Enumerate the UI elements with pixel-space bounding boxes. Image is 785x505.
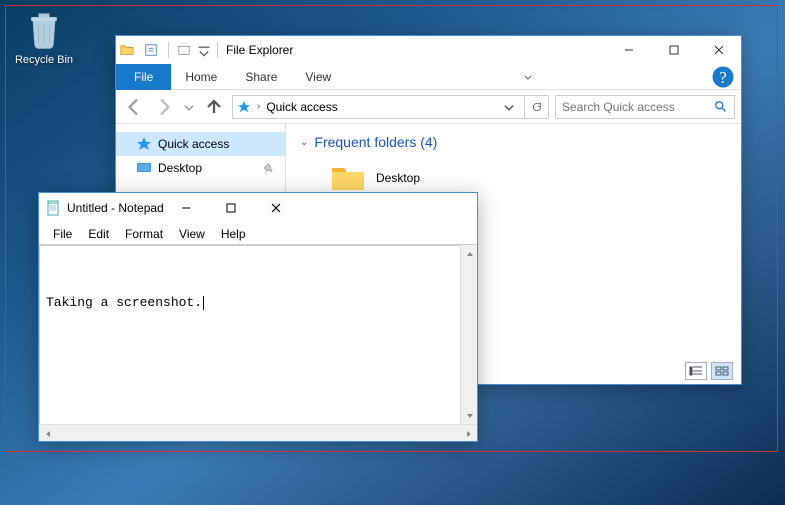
details-view-button[interactable] xyxy=(685,362,707,380)
address-bar-row: › Quick access xyxy=(116,90,741,124)
ribbon-tabs: File Home Share View ? xyxy=(116,64,741,90)
address-dropdown-icon[interactable] xyxy=(502,100,520,114)
notepad-titlebar[interactable]: Untitled - Notepad xyxy=(39,193,477,223)
close-button[interactable] xyxy=(696,36,741,64)
search-icon[interactable] xyxy=(714,100,728,114)
folder-icon xyxy=(116,39,138,61)
tab-share[interactable]: Share xyxy=(231,64,291,90)
ribbon-expand-icon[interactable] xyxy=(519,72,537,82)
scroll-left-button[interactable] xyxy=(39,425,56,442)
section-header[interactable]: ⌄ Frequent folders (4) xyxy=(300,134,727,150)
minimize-button[interactable] xyxy=(164,194,209,222)
qat-properties-icon[interactable] xyxy=(140,39,162,61)
quick-access-icon xyxy=(237,100,255,114)
view-toggle xyxy=(685,362,733,380)
tab-file[interactable]: File xyxy=(116,64,171,90)
window-title: File Explorer xyxy=(226,43,293,57)
nav-item-label: Quick access xyxy=(158,137,229,151)
scroll-right-button[interactable] xyxy=(460,425,477,442)
scroll-down-button[interactable] xyxy=(461,407,478,424)
folder-label: Desktop xyxy=(376,171,420,185)
menu-edit[interactable]: Edit xyxy=(80,227,117,241)
search-input[interactable] xyxy=(562,100,714,114)
close-button[interactable] xyxy=(254,194,299,222)
tiles-view-button[interactable] xyxy=(711,362,733,380)
help-button[interactable]: ? xyxy=(711,65,735,89)
address-bar[interactable]: › Quick access xyxy=(232,95,525,119)
qat-separator xyxy=(168,42,169,58)
editor-content: Taking a screenshot. xyxy=(46,295,202,310)
quick-access-icon xyxy=(136,136,152,152)
notepad-body: Taking a screenshot. xyxy=(39,245,477,441)
scroll-up-button[interactable] xyxy=(461,245,478,262)
recycle-bin-icon xyxy=(22,8,66,52)
maximize-button[interactable] xyxy=(209,194,254,222)
notepad-window: Untitled - Notepad File Edit Format View… xyxy=(38,192,478,442)
folder-icon xyxy=(330,160,366,196)
back-button[interactable] xyxy=(122,95,146,119)
explorer-titlebar[interactable]: File Explorer xyxy=(116,36,741,64)
breadcrumb-chevron-icon[interactable]: › xyxy=(255,101,262,112)
desktop-icon-label: Recycle Bin xyxy=(8,54,80,66)
search-box[interactable] xyxy=(555,95,735,119)
breadcrumb-location[interactable]: Quick access xyxy=(262,100,341,114)
maximize-button[interactable] xyxy=(651,36,696,64)
qat-new-folder-icon[interactable] xyxy=(173,39,195,61)
pin-icon[interactable] xyxy=(264,163,275,174)
minimize-button[interactable] xyxy=(606,36,651,64)
menu-format[interactable]: Format xyxy=(117,227,171,241)
tab-home[interactable]: Home xyxy=(171,64,231,90)
qat-dropdown-icon[interactable] xyxy=(197,39,211,61)
window-title: Untitled - Notepad xyxy=(67,201,164,215)
menu-view[interactable]: View xyxy=(171,227,213,241)
svg-text:?: ? xyxy=(719,68,726,87)
vertical-scrollbar[interactable] xyxy=(460,245,477,424)
menu-file[interactable]: File xyxy=(45,227,80,241)
text-cursor xyxy=(203,296,204,310)
notepad-icon xyxy=(45,200,61,216)
notepad-menu: File Edit Format View Help xyxy=(39,223,477,245)
nav-item-quick-access[interactable]: Quick access xyxy=(116,132,285,156)
tab-view[interactable]: View xyxy=(291,64,345,90)
desktop-icon xyxy=(136,160,152,176)
qat-separator xyxy=(217,42,218,58)
forward-button[interactable] xyxy=(152,95,176,119)
up-button[interactable] xyxy=(202,95,226,119)
recent-locations-button[interactable] xyxy=(182,95,196,119)
nav-item-label: Desktop xyxy=(158,161,202,175)
chevron-down-icon[interactable]: ⌄ xyxy=(300,137,308,148)
horizontal-scrollbar[interactable] xyxy=(39,424,477,441)
section-title: Frequent folders (4) xyxy=(314,134,437,150)
menu-help[interactable]: Help xyxy=(213,227,254,241)
desktop-icon-recycle-bin[interactable]: Recycle Bin xyxy=(8,8,80,66)
nav-item-desktop[interactable]: Desktop xyxy=(116,156,285,180)
refresh-button[interactable] xyxy=(525,95,549,119)
folder-item-desktop[interactable]: Desktop xyxy=(300,160,727,196)
text-area[interactable]: Taking a screenshot. xyxy=(39,245,460,424)
